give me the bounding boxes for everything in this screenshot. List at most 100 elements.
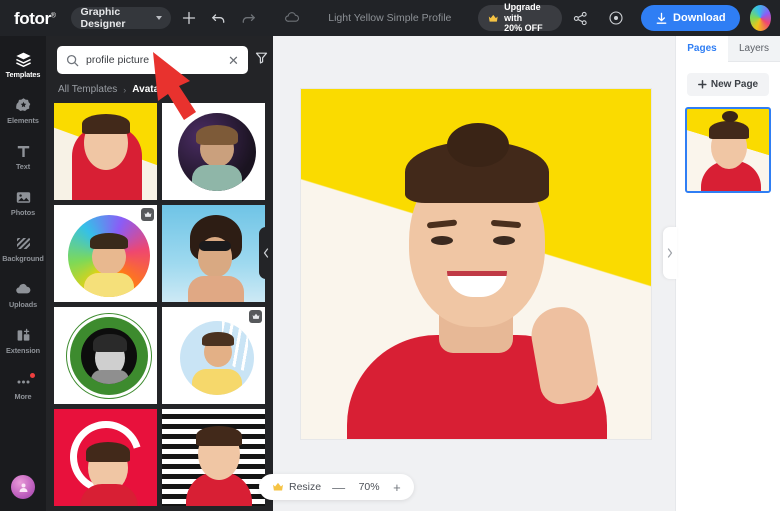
- sidebar-item-background[interactable]: Background: [0, 226, 46, 272]
- template-card[interactable]: [162, 409, 265, 506]
- premium-badge: [249, 310, 262, 323]
- thumb-hair: [82, 114, 130, 134]
- collapse-right-panel-handle[interactable]: [663, 227, 677, 279]
- page-thumbnail[interactable]: [685, 107, 771, 193]
- fotor-editor-window: fotor® Graphic Designer Light Yellow Sim…: [0, 0, 780, 511]
- thumb-circle: [178, 113, 256, 191]
- download-label: Download: [673, 12, 726, 24]
- template-card[interactable]: [162, 205, 265, 302]
- crown-premium-icon: [144, 211, 151, 217]
- star-badge-icon: [15, 97, 32, 114]
- logo-text: fotor: [14, 8, 51, 28]
- page-thumb-bun: [722, 111, 738, 122]
- zoom-out-button[interactable]: —: [332, 481, 345, 494]
- filter-funnel-icon[interactable]: [255, 51, 268, 69]
- person-icon: [19, 483, 27, 492]
- search-input[interactable]: [86, 54, 221, 66]
- thumb-hair: [196, 426, 242, 446]
- sidebar-item-extension[interactable]: Extension: [0, 318, 46, 364]
- sidebar-item-templates[interactable]: Templates: [0, 42, 46, 88]
- undo-icon: [212, 13, 225, 23]
- cloud-save-icon: [284, 12, 299, 22]
- resize-label: Resize: [289, 481, 322, 493]
- redo-button[interactable]: [237, 5, 258, 31]
- plus-icon: [697, 80, 707, 89]
- search-icon: [66, 54, 79, 66]
- registered-mark: ®: [50, 11, 56, 19]
- preview-button[interactable]: [606, 5, 627, 31]
- sidebar-item-label: Uploads: [8, 300, 38, 309]
- document-title[interactable]: Light Yellow Simple Profile Pict...: [328, 12, 453, 24]
- sidebar-item-label: Text: [15, 162, 31, 171]
- subject-eye-right: [493, 236, 515, 245]
- text-t-icon: [15, 143, 32, 160]
- download-icon: [656, 12, 667, 24]
- thumb-circle: [180, 321, 254, 395]
- thumb-circle: [68, 215, 150, 297]
- sidebar-item-photos[interactable]: Photos: [0, 180, 46, 226]
- left-rail: Templates Elements Text Photos Backgroun…: [0, 36, 46, 511]
- template-card[interactable]: [54, 307, 157, 404]
- templates-panel: ✕ All Templates › Avatar: [46, 36, 273, 511]
- breadcrumb-separator: ›: [123, 84, 127, 95]
- sidebar-item-uploads[interactable]: Uploads: [0, 272, 46, 318]
- sidebar-item-label: Elements: [7, 116, 39, 125]
- top-toolbar: fotor® Graphic Designer Light Yellow Sim…: [0, 0, 780, 36]
- artboard[interactable]: [301, 89, 651, 439]
- thumb-inner-circle: [81, 328, 137, 384]
- cloud-save-button[interactable]: [281, 5, 302, 31]
- search-row: ✕: [46, 36, 273, 74]
- template-card[interactable]: [162, 103, 265, 200]
- chevron-right-icon: [667, 248, 673, 258]
- right-panel: Pages Layers New Page: [675, 36, 780, 511]
- avatar[interactable]: [749, 5, 771, 31]
- thumb-body: [188, 276, 244, 302]
- mode-selector-label: Graphic Designer: [80, 6, 126, 30]
- breadcrumb-root[interactable]: All Templates: [58, 84, 117, 95]
- search-box[interactable]: ✕: [57, 46, 248, 74]
- canvas-stage[interactable]: [273, 36, 675, 511]
- chevron-left-icon: [263, 248, 269, 258]
- sidebar-item-text[interactable]: Text: [0, 134, 46, 180]
- upgrade-button[interactable]: Upgrade with 20% OFF: [477, 2, 563, 34]
- add-page-button[interactable]: [179, 5, 200, 31]
- crown-premium-icon: [488, 14, 498, 22]
- tab-pages[interactable]: Pages: [676, 36, 728, 62]
- resize-button[interactable]: Resize: [272, 481, 321, 493]
- subject-eye-left: [431, 236, 453, 245]
- fotor-logo[interactable]: fotor®: [14, 8, 56, 28]
- tab-layers[interactable]: Layers: [728, 36, 780, 62]
- zoom-in-button[interactable]: +: [393, 481, 401, 494]
- zoom-toolbar: Resize — 70% +: [259, 474, 414, 500]
- undo-button[interactable]: [208, 5, 229, 31]
- account-avatar[interactable]: [11, 475, 35, 499]
- mode-selector-dropdown[interactable]: Graphic Designer: [71, 6, 171, 30]
- thumb-hair: [86, 442, 130, 462]
- download-button[interactable]: Download: [641, 5, 740, 31]
- page-thumb-hair: [709, 121, 749, 139]
- template-card[interactable]: [54, 205, 157, 302]
- clear-search-button[interactable]: ✕: [228, 54, 239, 67]
- zoom-level-value[interactable]: 70%: [356, 481, 382, 493]
- redo-icon: [242, 13, 255, 23]
- upgrade-label-line1: Upgrade with: [504, 2, 541, 23]
- template-card[interactable]: [162, 307, 265, 404]
- artboard-photo-subject: [343, 123, 611, 439]
- chevron-down-icon: [155, 16, 162, 20]
- thumb-sunglasses: [199, 241, 231, 251]
- right-panel-tabs: Pages Layers: [676, 36, 780, 62]
- upgrade-label-line2: 20% OFF: [504, 23, 543, 34]
- collapse-left-panel-handle[interactable]: [259, 227, 273, 279]
- new-page-button[interactable]: New Page: [687, 73, 769, 96]
- template-card[interactable]: [54, 103, 157, 200]
- share-button[interactable]: [570, 5, 591, 31]
- extension-icon: [15, 327, 32, 344]
- sidebar-item-more[interactable]: More: [0, 364, 46, 410]
- sidebar-item-label: Extension: [6, 346, 40, 355]
- sidebar-item-label: More: [14, 392, 32, 401]
- share-icon: [574, 11, 588, 25]
- sidebar-item-elements[interactable]: Elements: [0, 88, 46, 134]
- template-card[interactable]: [54, 409, 157, 506]
- crown-premium-icon: [252, 313, 259, 319]
- photo-icon: [15, 189, 32, 206]
